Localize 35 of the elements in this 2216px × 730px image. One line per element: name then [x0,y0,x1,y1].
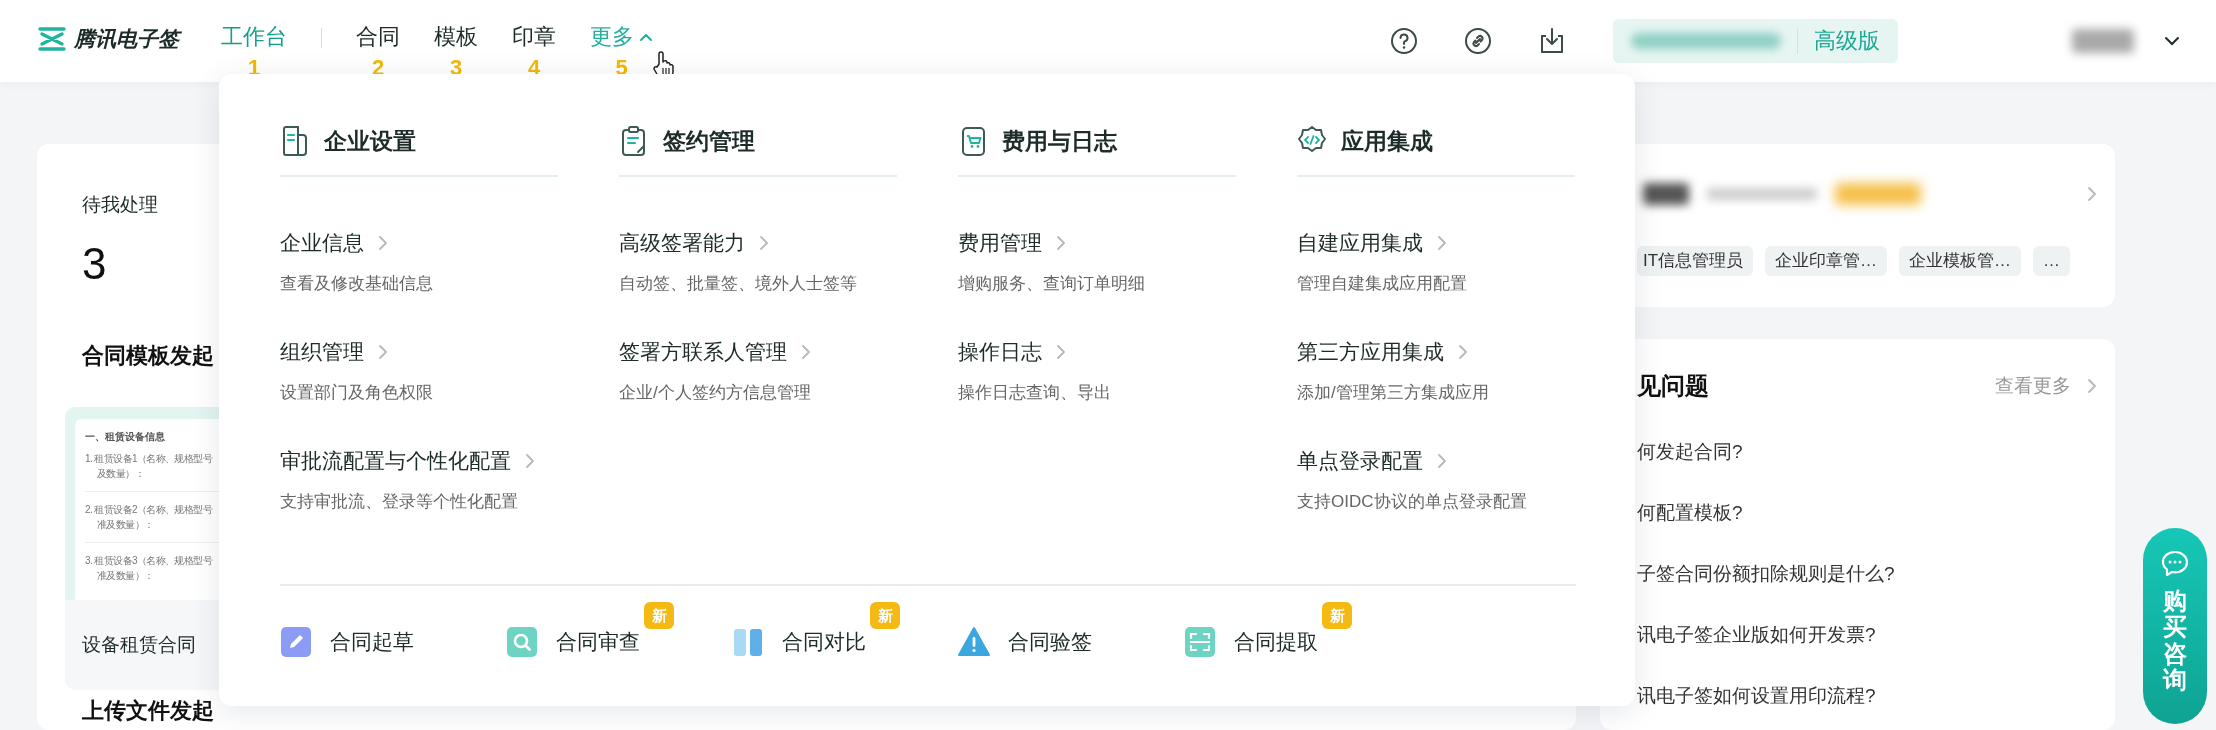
document-text: 2. 租赁设备2（名称、规格型号 [85,503,213,517]
document-text: 1. 租赁设备1（名称、规格型号 [85,452,213,466]
section-title: 上传文件发起 [82,697,214,725]
menu-item-description: 自动签、批量签、境外人士签等 [619,273,857,295]
role-tag: … [2033,246,2071,276]
menu-item-description: 企业/个人签约方信息管理 [619,382,811,404]
todo-label: 待我处理 [82,193,158,217]
role-tag: IT信息管理员 [1637,246,1754,276]
document-text: 一、租赁设备信息 [85,430,165,444]
annotation-number: 4 [527,56,541,80]
menu-item-description: 支持OIDC协议的单点登录配置 [1297,491,1527,513]
new-badge: 新 [1322,602,1352,629]
menu-item-description: 管理自建集成应用配置 [1297,273,1467,295]
section-title: 合同模板发起 [82,342,214,370]
role-tag: 企业模板管… [1899,246,2022,276]
menu-item-description: 操作日志查询、导出 [958,382,1111,404]
section-title: 费用与日志 [1002,126,1117,156]
section-title: 应用集成 [1341,126,1433,156]
menu-item-description: 增购服务、查询订单明细 [958,273,1145,295]
document-text: 3. 租赁设备3（名称、规格型号 [85,554,213,568]
menu-item-description: 查看及修改基础信息 [280,273,433,295]
document-text: 准及数量）： [97,569,154,583]
section-title: 签约管理 [663,126,755,156]
menu-item-description: 添加/管理第三方集成应用 [1297,382,1489,404]
menu-item-description: 设置部门及角色权限 [280,382,433,404]
new-badge: 新 [870,602,900,629]
document-text: 准及数量）： [97,518,154,532]
template-name: 设备租赁合同 [82,633,196,657]
new-badge: 新 [644,602,674,629]
card-title: 见问题 [1637,371,1709,401]
section-title: 企业设置 [324,126,416,156]
role-tag: 企业印章管… [1765,246,1888,276]
document-text: 及数量）： [97,467,144,481]
todo-count: 3 [82,238,107,290]
menu-item-description: 支持审批流、登录等个性化配置 [280,491,518,513]
